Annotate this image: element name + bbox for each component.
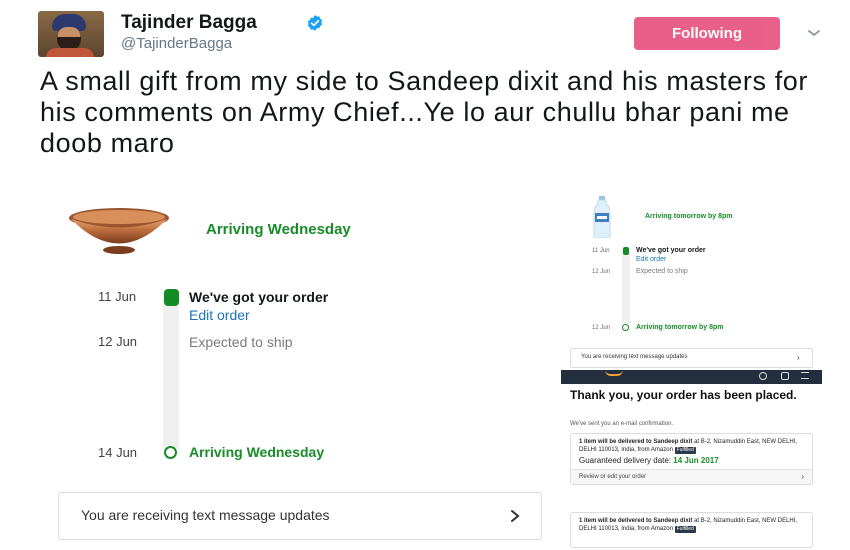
small-edit-order-link[interactable]: Edit order xyxy=(636,256,666,263)
guaranteed-delivery-date: 14 Jun 2017 xyxy=(673,456,719,465)
progress-track xyxy=(163,291,179,449)
delivery-summary: 1 item will be delivered to Sandeep dixi… xyxy=(579,518,693,524)
chevron-right-icon xyxy=(511,510,520,522)
arrival-heading: Arriving Wednesday xyxy=(206,221,351,238)
review-order-label: Review or edit your order xyxy=(579,474,647,480)
delivery-summary: 1 item will be delivered to Sandeep dixi… xyxy=(579,439,693,445)
following-button[interactable]: Following xyxy=(634,17,780,50)
step-complete-dot xyxy=(164,289,179,306)
step-title: We've got your order xyxy=(189,289,329,305)
thank-you-heading: Thank you, your order has been placed. xyxy=(570,388,797,402)
step-date: 12 Jun xyxy=(98,334,138,349)
chevron-down-icon[interactable] xyxy=(806,25,822,41)
chevron-right-icon: › xyxy=(797,353,800,362)
sms-updates-label: You are receiving text message updates xyxy=(81,507,330,523)
sms-updates-row[interactable]: You are receiving text message updates xyxy=(58,492,542,540)
email-confirmation-note: We've sent you an e-mail confirmation. xyxy=(570,421,674,427)
small-step-title: Arriving tomorrow by 8pm xyxy=(636,324,724,331)
small-sms-updates-row[interactable]: You are receiving text message updates › xyxy=(570,348,813,368)
review-order-row[interactable]: Review or edit your order › xyxy=(571,469,812,484)
small-step-pending-dot xyxy=(622,324,629,331)
user-handle[interactable]: @TajinderBagga xyxy=(121,35,232,52)
avatar[interactable] xyxy=(38,11,104,57)
avatar-shirt xyxy=(46,48,94,57)
step-date: 11 Jun xyxy=(98,289,137,304)
step-pending-dot xyxy=(164,446,177,459)
small-progress-track xyxy=(622,250,630,328)
small-step-date: 12 Jun xyxy=(592,325,611,331)
delivery-card: 1 item will be delivered to Sandeep dixi… xyxy=(570,512,813,548)
chevron-right-icon: › xyxy=(801,472,804,481)
guaranteed-delivery-label: Guaranteed delivery date: xyxy=(579,456,672,465)
amazon-logo-icon xyxy=(605,370,623,376)
small-step-complete-dot xyxy=(623,247,629,255)
small-step-title: We've got your order xyxy=(636,247,706,254)
tweet-text: A small gift from my side to Sandeep dix… xyxy=(40,66,809,158)
small-arrival-heading: Arriving tomorrow by 8pm xyxy=(645,213,733,220)
water-bottle-image xyxy=(593,196,611,238)
menu-icon[interactable] xyxy=(801,372,809,379)
small-step-date: 11 Jun xyxy=(592,248,610,254)
fulfilled-badge: Fulfilled xyxy=(674,447,696,454)
edit-order-link[interactable]: Edit order xyxy=(189,307,250,323)
search-icon[interactable] xyxy=(759,372,767,380)
copper-bowl-image xyxy=(69,208,169,254)
fulfilled-badge: Fulfilled xyxy=(674,526,696,533)
step-title: Arriving Wednesday xyxy=(189,444,325,460)
small-step-title: Expected to ship xyxy=(636,268,688,275)
step-date: 14 Jun xyxy=(98,445,138,460)
small-sms-label: You are receiving text message updates xyxy=(581,354,688,360)
step-title: Expected to ship xyxy=(189,334,293,350)
amazon-app-header xyxy=(561,370,822,384)
delivery-card: 1 item will be delivered to Sandeep dixi… xyxy=(570,433,813,485)
cart-icon[interactable] xyxy=(781,372,789,380)
small-step-date: 12 Jun xyxy=(592,269,611,275)
display-name[interactable]: Tajinder Bagga xyxy=(121,12,257,34)
verified-badge-icon xyxy=(307,15,323,31)
